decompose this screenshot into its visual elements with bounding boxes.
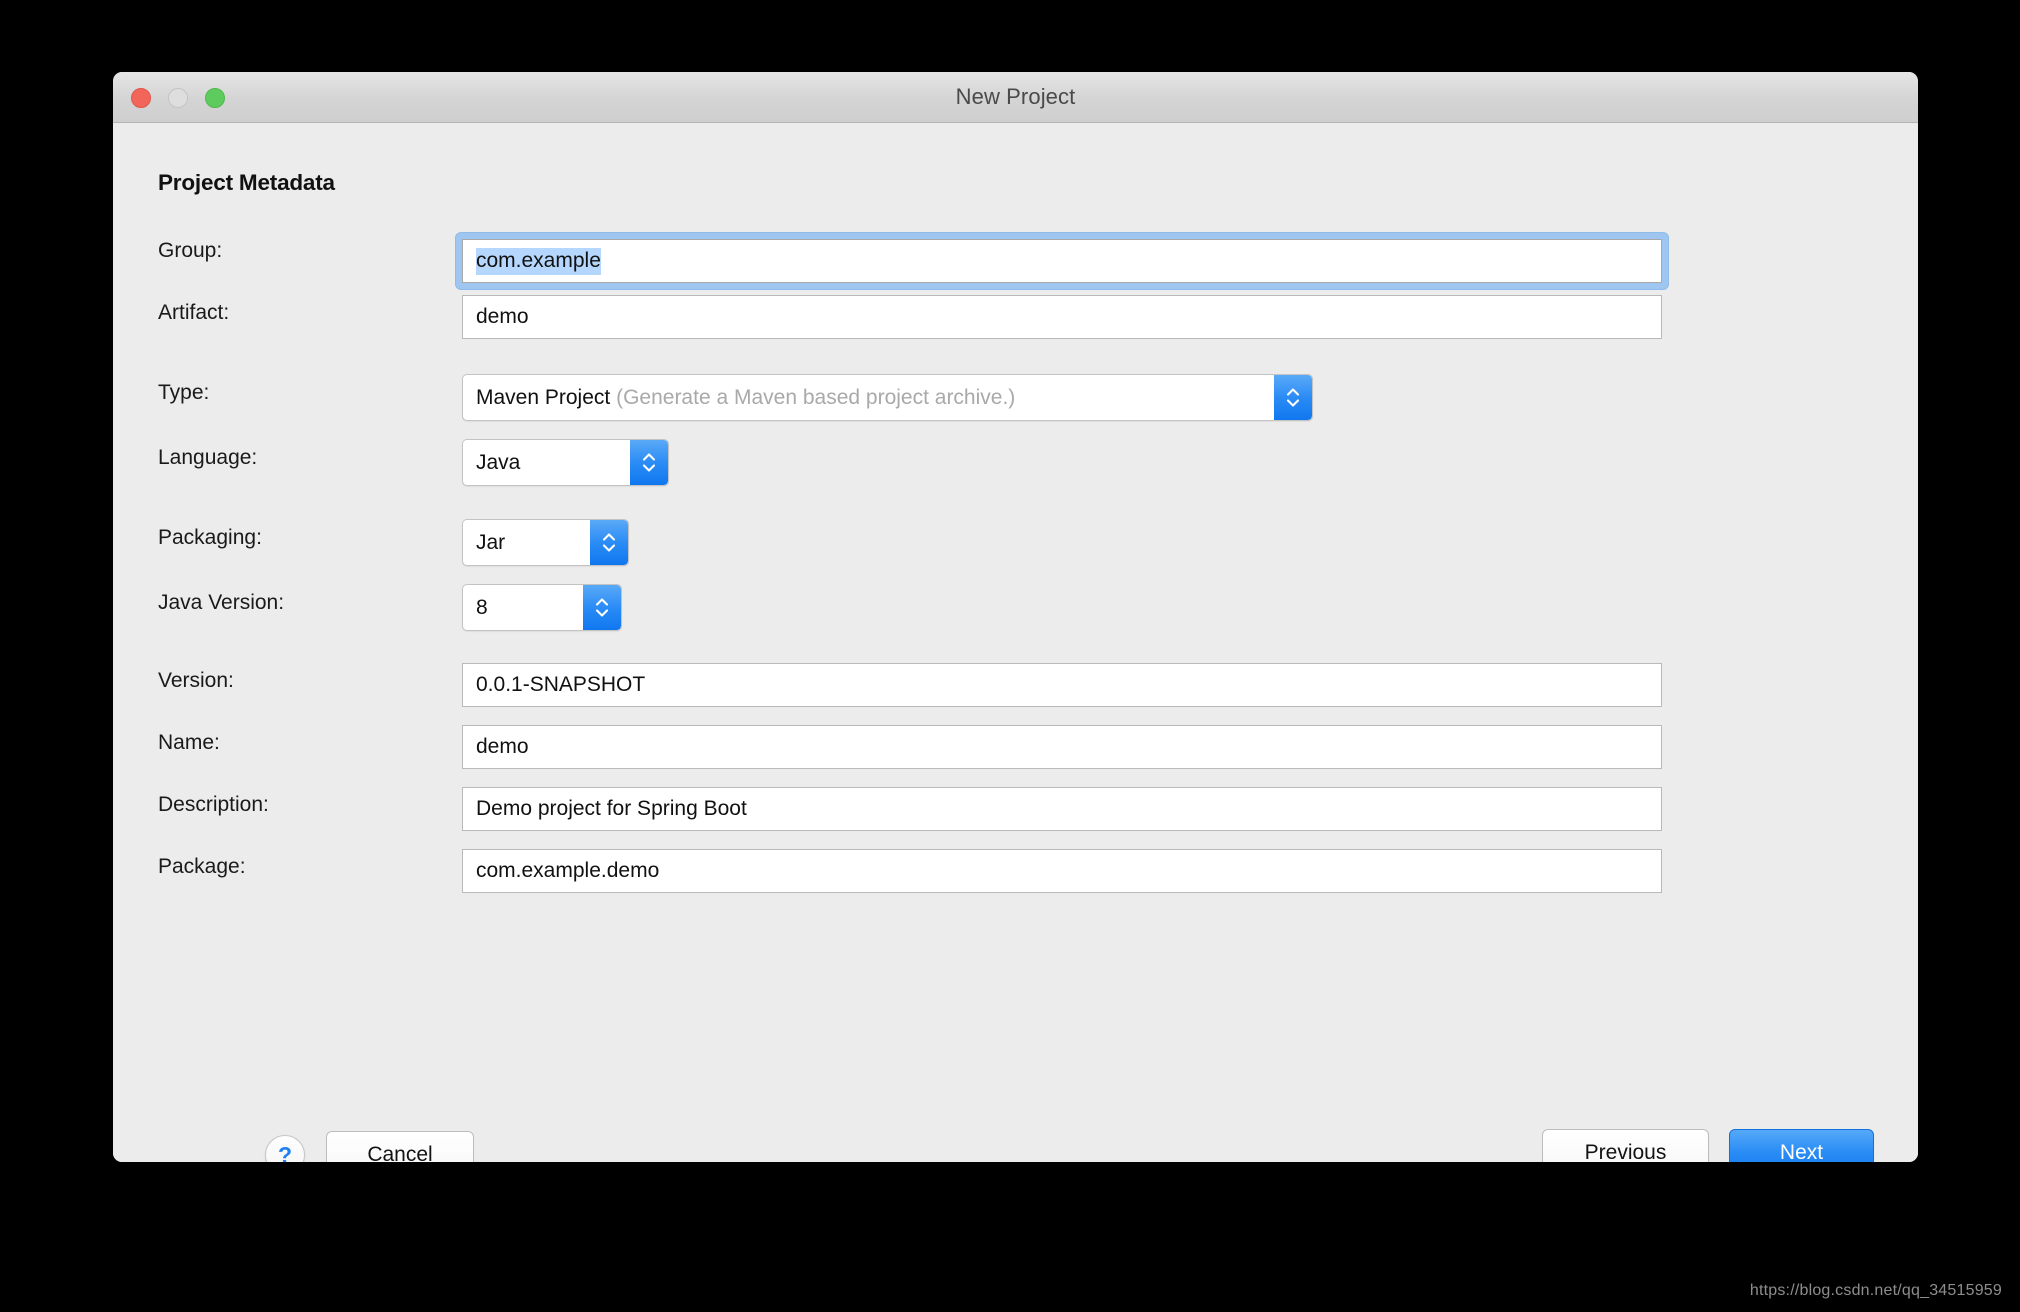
chevron-up-icon (1286, 388, 1300, 396)
watermark-text: https://blog.csdn.net/qq_34515959 (1749, 1282, 2002, 1299)
java-version-label: Java Version: (158, 591, 285, 614)
new-project-dialog: New Project Project Metadata Group: com.… (113, 72, 1918, 1162)
description-label: Description: (158, 793, 269, 816)
next-button[interactable]: Next (1729, 1129, 1874, 1162)
packaging-select[interactable]: Jar (462, 519, 629, 566)
group-label: Group: (158, 239, 223, 262)
packaging-stepper-icon[interactable] (590, 520, 628, 565)
chevron-down-icon (595, 609, 609, 617)
chevron-down-icon (602, 544, 616, 552)
artifact-label: Artifact: (158, 301, 230, 324)
description-input-value: Demo project for Spring Boot (476, 797, 747, 820)
version-label: Version: (158, 669, 234, 692)
packaging-label: Packaging: (158, 526, 262, 549)
version-input[interactable]: 0.0.1-SNAPSHOT (462, 663, 1662, 707)
group-input-value: com.example (476, 247, 601, 275)
package-input-value: com.example.demo (476, 859, 660, 882)
name-input-value: demo (476, 735, 529, 758)
language-stepper-icon[interactable] (630, 440, 668, 485)
name-input[interactable]: demo (462, 725, 1662, 769)
dialog-body: Project Metadata Group: com.example Arti… (113, 123, 1918, 1162)
packaging-select-value: Jar (476, 530, 506, 554)
screen: New Project Project Metadata Group: com.… (0, 0, 2020, 1312)
window-titlebar[interactable]: New Project (113, 72, 1918, 123)
language-select-value: Java (476, 450, 521, 474)
java-version-select[interactable]: 8 (462, 584, 622, 631)
type-select[interactable]: Maven Project (Generate a Maven based pr… (462, 374, 1313, 421)
type-select-value: Maven Project (Generate a Maven based pr… (476, 385, 1016, 409)
chevron-down-icon (1286, 399, 1300, 407)
group-field-focus-ring: com.example (456, 233, 1668, 289)
artifact-input-value: demo (476, 305, 529, 328)
page-title: Project Metadata (158, 170, 335, 195)
chevron-down-icon (642, 464, 656, 472)
help-button[interactable]: ? (265, 1135, 305, 1162)
artifact-input[interactable]: demo (462, 295, 1662, 339)
description-input[interactable]: Demo project for Spring Boot (462, 787, 1662, 831)
language-select[interactable]: Java (462, 439, 669, 486)
package-input[interactable]: com.example.demo (462, 849, 1662, 893)
java-version-stepper-icon[interactable] (583, 585, 621, 630)
language-label: Language: (158, 446, 258, 469)
cancel-button[interactable]: Cancel (326, 1131, 474, 1162)
type-select-hint: (Generate a Maven based project archive.… (616, 385, 1016, 409)
chevron-up-icon (595, 598, 609, 606)
type-stepper-icon[interactable] (1274, 375, 1312, 420)
window-title: New Project (955, 84, 1076, 109)
group-input[interactable]: com.example (462, 239, 1662, 283)
previous-button[interactable]: Previous (1542, 1129, 1709, 1162)
chevron-up-icon (642, 453, 656, 461)
type-label: Type: (158, 381, 210, 404)
package-label: Package: (158, 855, 246, 878)
chevron-up-icon (602, 533, 616, 541)
name-label: Name: (158, 731, 220, 754)
java-version-select-value: 8 (476, 595, 488, 619)
version-input-value: 0.0.1-SNAPSHOT (476, 673, 646, 696)
